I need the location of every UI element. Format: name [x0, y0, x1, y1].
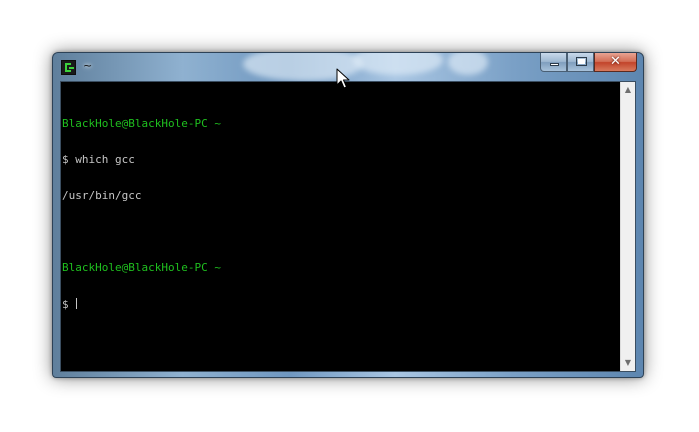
window-controls: ✕ [540, 53, 637, 72]
aero-glass-highlight [448, 53, 488, 75]
scroll-up-icon[interactable]: ▲ [621, 83, 635, 97]
terminal-line: $ which gcc [62, 154, 620, 166]
minimize-button[interactable] [540, 53, 567, 72]
minimize-icon [550, 63, 559, 66]
terminal-input-line[interactable]: $ [62, 298, 620, 311]
scroll-down-icon[interactable]: ▼ [621, 356, 635, 370]
terminal-line: BlackHole@BlackHole-PC ~ [62, 262, 620, 274]
vertical-scrollbar[interactable]: ▲ ▼ [620, 82, 635, 371]
prompt-path: ~ [207, 261, 221, 274]
prompt-symbol: $ [62, 298, 76, 311]
terminal-line: /usr/bin/gcc [62, 190, 620, 202]
prompt-path: ~ [207, 117, 221, 130]
prompt-user-host: BlackHole@BlackHole-PC [62, 117, 208, 130]
terminal-window[interactable]: ~ ✕ BlackHole@BlackHole-PC ~ $ which gcc… [52, 52, 644, 378]
window-title: ~ [83, 59, 93, 72]
close-button[interactable]: ✕ [594, 53, 637, 72]
terminal-line: BlackHole@BlackHole-PC ~ [62, 118, 620, 130]
terminal-client-area[interactable]: BlackHole@BlackHole-PC ~ $ which gcc /us… [60, 81, 636, 372]
prompt-user-host: BlackHole@BlackHole-PC [62, 261, 208, 274]
terminal-app-icon[interactable] [61, 60, 76, 75]
maximize-icon [576, 57, 587, 66]
close-icon: ✕ [610, 54, 621, 69]
aero-glass-highlight [353, 53, 443, 75]
output-text: /usr/bin/gcc [62, 189, 142, 202]
command-text: $ which gcc [62, 153, 135, 166]
text-cursor [76, 298, 78, 309]
maximize-button[interactable] [567, 53, 594, 72]
mouse-cursor-icon [336, 68, 350, 89]
terminal-output[interactable]: BlackHole@BlackHole-PC ~ $ which gcc /us… [61, 82, 620, 371]
